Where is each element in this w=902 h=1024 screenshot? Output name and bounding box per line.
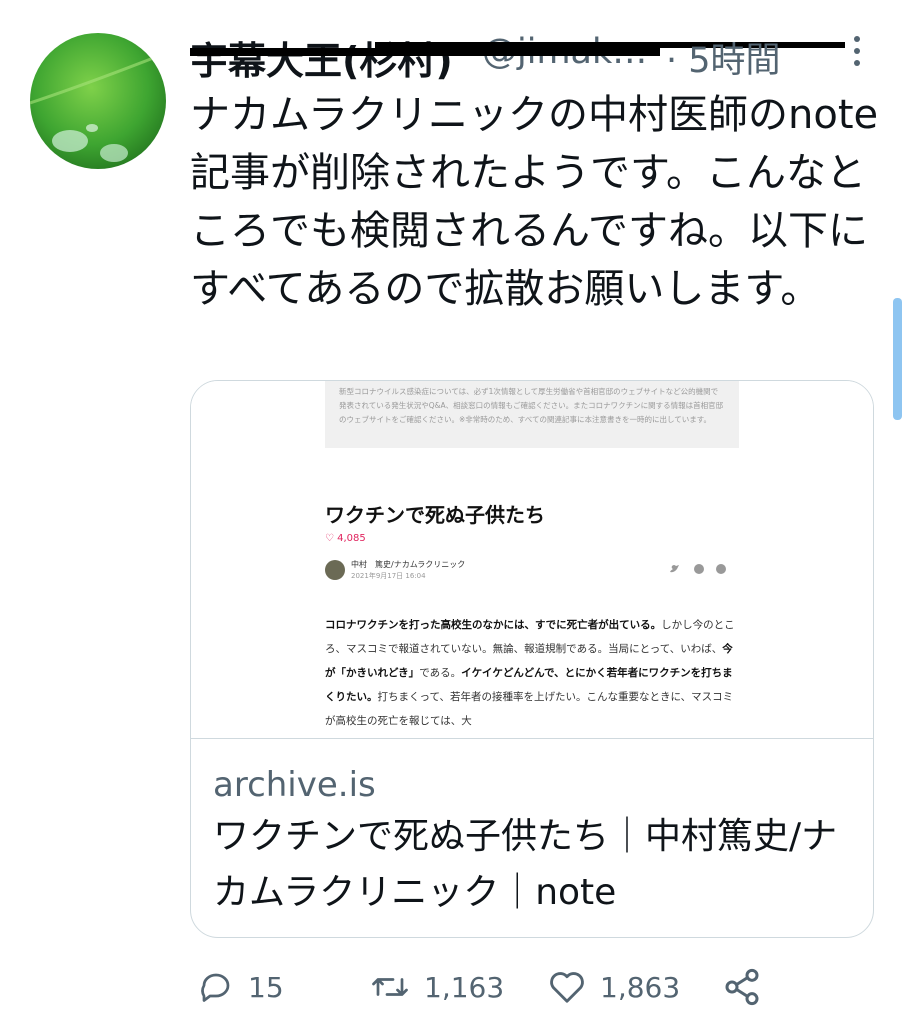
- card-title: ワクチンで死ぬ子供たち｜中村篤史/ナカムラクリニック｜note: [213, 816, 838, 913]
- display-name[interactable]: 宇幕大王(杉村): [190, 30, 453, 85]
- article-title: ワクチンで死ぬ子供たち: [325, 503, 545, 527]
- retweet-button[interactable]: 1,163: [370, 962, 504, 1012]
- social-icons: [669, 563, 729, 578]
- like-count: 1,863: [600, 970, 681, 1004]
- article-body: コロナワクチンを打った高校生のなかには、すでに死亡者が出ている。しかし今のところ…: [325, 619, 735, 727]
- share-button[interactable]: [722, 962, 762, 1012]
- link-card[interactable]: 新型コロナウイルス感染症については、必ず1次情報として厚生労働省や首相官邸のウェ…: [190, 380, 874, 938]
- article-date: 2021年9月17日 16:04: [351, 572, 426, 580]
- card-domain: archive.is: [213, 765, 376, 805]
- tweet-text: ナカムラクリニックの中村医師のnote記事が削除されたようです。こんなところでも…: [190, 92, 879, 312]
- retweet-icon: [372, 978, 408, 996]
- like-icon: [550, 972, 584, 1003]
- reply-icon: [201, 973, 230, 1002]
- card-preview-image: 新型コロナウイルス感染症については、必ず1次情報として厚生労働省や首相官邸のウェ…: [191, 381, 873, 739]
- retweet-count: 1,163: [424, 970, 505, 1004]
- share-icon: [725, 968, 759, 1006]
- notice-box: 新型コロナウイルス感染症については、必ず1次情報として厚生労働省や首相官邸のウェ…: [325, 381, 739, 448]
- tweet-header: 宇幕大王(杉村) @jimak… · 5時間: [190, 30, 880, 85]
- author-row: 中村 篤史/ナカムラクリニック 2021年9月17日 16:04: [325, 558, 739, 584]
- scrollbar[interactable]: [893, 298, 902, 420]
- author-name: 中村 篤史/ナカムラクリニック: [351, 560, 466, 569]
- reply-button[interactable]: 15: [198, 962, 284, 1012]
- more-icon[interactable]: [854, 36, 860, 72]
- reply-count: 15: [248, 970, 284, 1004]
- redaction-line: [190, 48, 660, 56]
- avatar[interactable]: [30, 33, 166, 169]
- like-button[interactable]: 1,863: [548, 962, 680, 1012]
- tweet-time[interactable]: · 5時間: [666, 32, 781, 83]
- author-avatar: [325, 560, 345, 580]
- tweet-actions: 15 1,163 1,863: [190, 962, 880, 1016]
- article-likes: ♡ 4,085: [325, 533, 366, 544]
